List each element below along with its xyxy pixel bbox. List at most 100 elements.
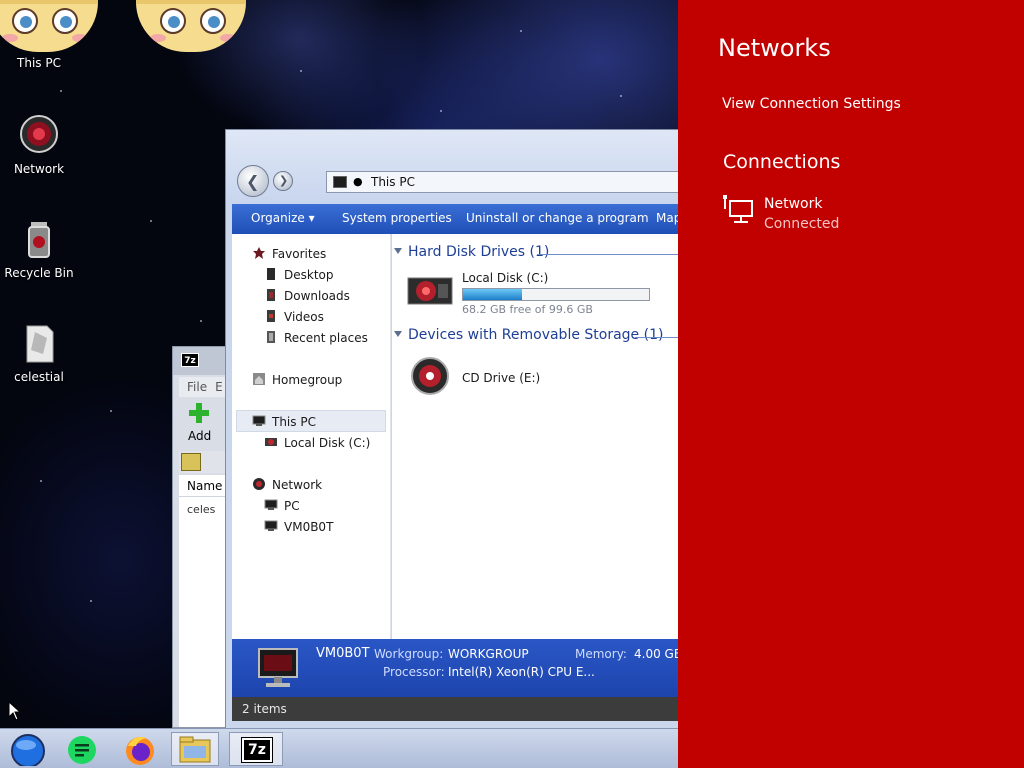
explorer-window[interactable]: ❮ ❯ ● This PC Organize ▾ System properti… [225,129,685,729]
desktop-icon-label: This PC [17,56,61,70]
breadcrumb-chevron-icon[interactable]: ● [353,175,363,188]
notes-app-icon [68,736,96,764]
list-item[interactable]: celes [187,503,215,516]
start-button[interactable] [4,732,52,768]
start-orb-icon [11,734,45,768]
group-header-hard-disk-drives[interactable]: Hard Disk Drives (1) [408,244,549,260]
breadcrumb-this-pc[interactable]: This PC [371,175,415,189]
this-pc-icon [252,415,266,426]
nav-recent-places[interactable]: Recent places [284,331,368,345]
collapse-chevron-icon[interactable] [394,331,402,337]
nav-pc[interactable]: PC [284,499,300,513]
taskbar-notes-app[interactable] [58,732,106,766]
hard-drive-icon [407,277,453,305]
network-name[interactable]: Network [764,196,822,212]
workgroup-value: WORKGROUP [448,647,529,661]
firefox-icon [126,737,154,765]
group-header-removable-storage[interactable]: Devices with Removable Storage (1) [408,327,663,343]
star [200,320,202,322]
taskbar-firefox[interactable] [116,732,164,766]
desktop-icon-label: Recycle Bin [4,266,74,280]
menu-file[interactable]: File [179,380,207,394]
taskbar-7zip[interactable]: 7z [229,732,283,766]
desktop-folder-icon [267,268,275,280]
nav-network[interactable]: Network [272,478,322,492]
network-icon [253,478,265,490]
computer-icon [258,648,298,687]
cd-drive[interactable] [410,356,450,396]
status-bar: 2 items [232,697,684,721]
star [620,95,622,97]
desktop-icon-network[interactable]: Network [0,114,78,176]
network-status: Connected [764,216,840,232]
folder-up-icon[interactable] [181,453,201,471]
memory-label: Memory: [575,647,627,661]
computer-icon [264,499,278,510]
cd-drive-name[interactable]: CD Drive (E:) [462,371,540,385]
organize-button[interactable]: Organize ▾ [251,211,315,225]
star [40,480,42,482]
menu-edit[interactable]: E [207,380,223,394]
star [60,90,62,92]
content-pane: Hard Disk Drives (1) Local Disk (C:) 68.… [392,234,684,639]
star [90,600,92,602]
system-properties-button[interactable]: System properties [342,211,452,225]
7zip-logo-icon: 7z [181,353,199,367]
computer-name: VM0B0T [316,646,370,661]
desktop-icon-label: celestial [14,370,64,384]
arrow-right-icon: ❯ [279,174,289,187]
star [110,410,112,412]
star [520,30,522,32]
desktop-icon-recycle-bin[interactable]: Recycle Bin [0,218,78,280]
network-connection-item[interactable] [718,190,978,234]
nav-local-disk[interactable]: Local Disk (C:) [284,436,370,450]
memory-value: 4.00 GB [634,647,683,661]
avatar-art [136,0,246,52]
organize-label: Organize [251,211,305,225]
star [300,70,302,72]
navigation-pane: Favorites Desktop Downloads Videos Recen… [232,234,391,639]
connections-header: Connections [723,151,841,173]
nav-homegroup[interactable]: Homegroup [272,373,342,387]
collapse-chevron-icon[interactable] [394,248,402,254]
nav-this-pc[interactable]: This PC [272,415,316,429]
nav-videos[interactable]: Videos [284,310,324,324]
desktop-icon-this-pc[interactable]: This PC [0,56,78,70]
item-count: 2 items [242,702,287,716]
nav-desktop[interactable]: Desktop [284,268,334,282]
nav-downloads[interactable]: Downloads [284,289,350,303]
add-plus-icon[interactable] [189,403,209,423]
7zip-icon: 7z [241,737,273,763]
nav-vm0b0t[interactable]: VM0B0T [284,520,333,534]
local-disk-free-space: 68.2 GB free of 99.6 GB [462,303,593,316]
address-bar[interactable]: ● This PC [326,171,684,193]
desktop-icon-celestial[interactable]: celestial [0,322,78,384]
add-button-label[interactable]: Add [188,429,211,443]
uninstall-program-button[interactable]: Uninstall or change a program [466,211,649,225]
star [150,220,152,222]
taskbar-file-explorer[interactable] [171,732,219,766]
local-disk-name[interactable]: Local Disk (C:) [462,271,548,285]
videos-folder-icon [267,310,275,322]
computer-icon [264,520,278,531]
processor-value: Intel(R) Xeon(R) CPU E... [448,665,595,679]
7zip-window[interactable]: 7z File E Add Name celes [172,346,232,728]
recycle-bin-icon [17,218,61,262]
nav-favorites[interactable]: Favorites [272,247,326,261]
downloads-folder-icon [267,289,275,301]
back-button[interactable]: ❮ [237,165,269,197]
local-disk-icon [265,438,277,446]
network-icon [17,114,61,158]
flyout-title: Networks [718,34,831,62]
group-divider [537,254,684,255]
forward-button[interactable]: ❯ [273,171,293,191]
arrow-left-icon: ❮ [246,172,260,191]
recent-places-icon [267,331,275,343]
view-connection-settings-link[interactable]: View Connection Settings [722,96,901,112]
folder-icon [179,736,211,763]
homegroup-icon [253,373,265,385]
file-icon [17,322,61,366]
local-disk-drive[interactable] [406,270,454,312]
processor-label: Processor: [383,665,445,679]
taskbar: 7z [0,728,678,768]
